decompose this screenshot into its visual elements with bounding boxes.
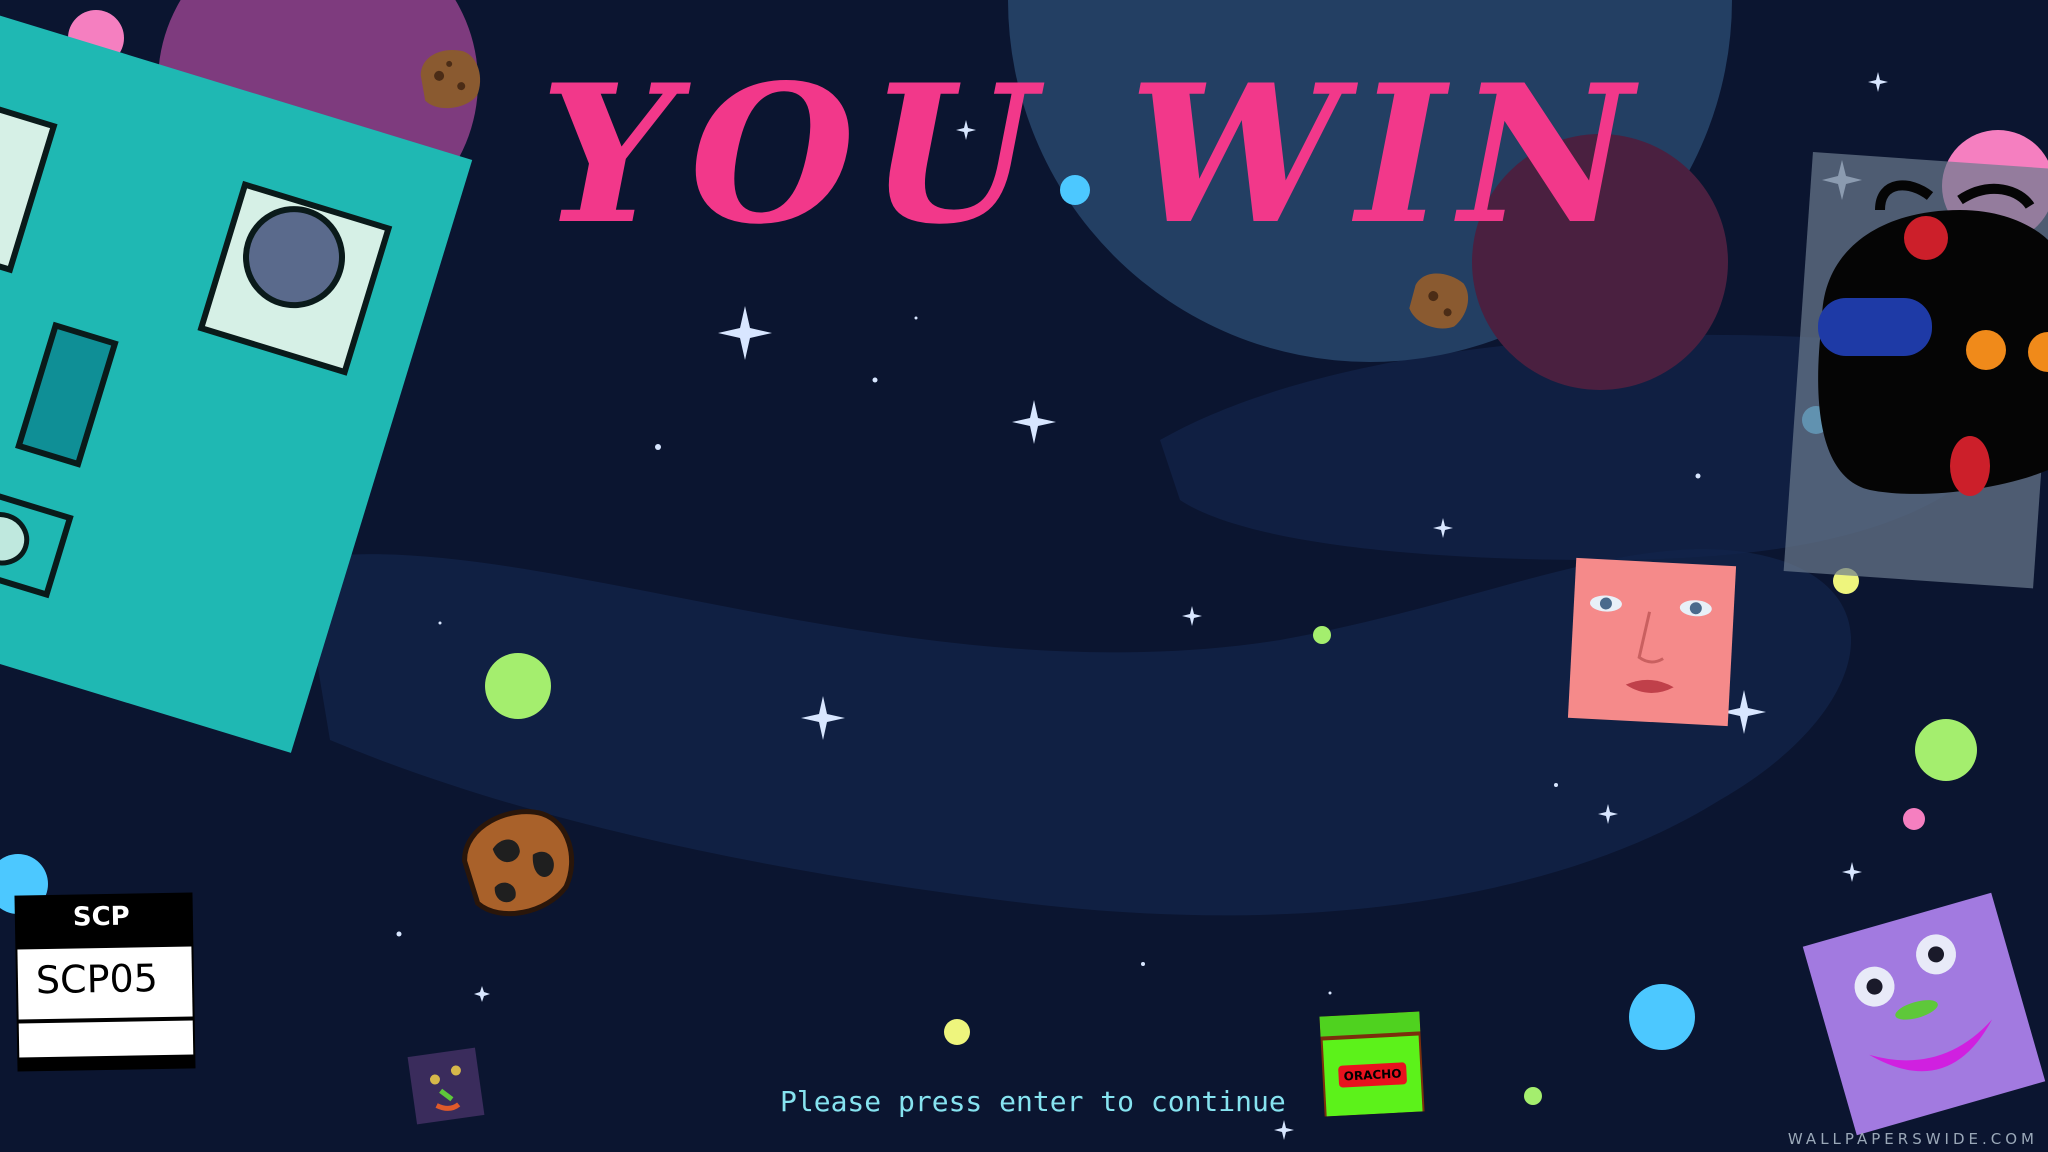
green-dot: [485, 653, 551, 719]
blue-dot-bottom: [1629, 984, 1695, 1050]
yellow-dot-bottom: [944, 1019, 970, 1045]
win-title: YOU WIN: [540, 43, 1647, 266]
scp-bottom-stripe: [18, 1020, 194, 1058]
green-dot-small: [1313, 626, 1331, 644]
asteroid-large: [462, 809, 575, 917]
green-dot-right: [1915, 719, 1977, 781]
watermark: WALLPAPERSWIDE.COM: [1787, 1130, 2038, 1148]
chip-bag-sprite: ORACHO: [1319, 1011, 1425, 1117]
pink-face-character: [1567, 557, 1737, 727]
green-dot-bottom: [1524, 1087, 1542, 1105]
small-face-sprite: [407, 1047, 485, 1125]
scp-card-sprite: SCP SCP05: [14, 892, 196, 1072]
continue-prompt[interactable]: Please press enter to continue: [780, 1082, 1286, 1122]
pink-dot-small: [1903, 808, 1925, 830]
scp-name-text: SCP05: [35, 956, 159, 1003]
dark-blob-character: [1783, 152, 2048, 589]
scp-logo-text: SCP: [72, 901, 130, 933]
purple-smile-character: [1802, 892, 2046, 1136]
chip-bag-label: ORACHO: [1338, 1062, 1408, 1088]
game-win-screen[interactable]: YOU WIN SCP SCP05 ORACHO Please press en…: [0, 0, 2048, 1152]
chip-bag-top: [1319, 1011, 1421, 1037]
